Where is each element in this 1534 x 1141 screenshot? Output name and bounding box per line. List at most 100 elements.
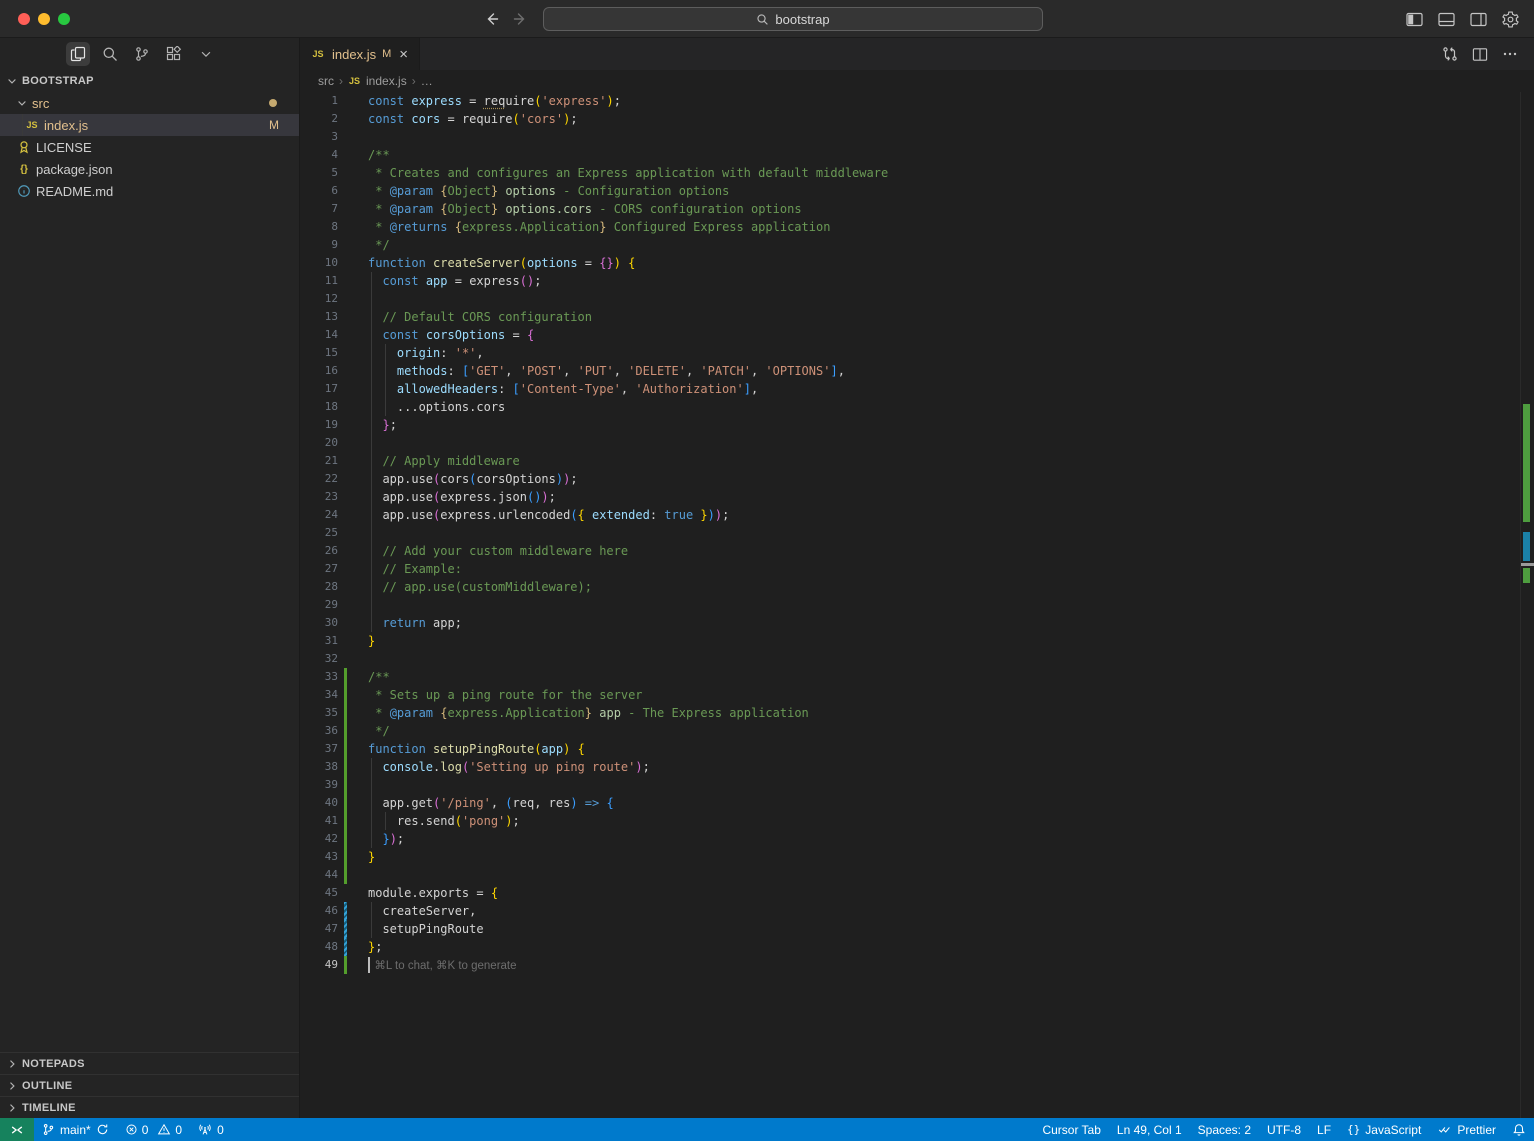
section-outline[interactable]: OUTLINE: [0, 1074, 299, 1096]
code-line-45[interactable]: 45module.exports = {: [300, 884, 1520, 902]
more-actions-icon[interactable]: [1502, 46, 1518, 62]
code-line-37[interactable]: 37function setupPingRoute(app) {: [300, 740, 1520, 758]
close-tab-icon[interactable]: ×: [399, 47, 408, 62]
code-line-16[interactable]: 16 methods: ['GET', 'POST', 'PUT', 'DELE…: [300, 362, 1520, 380]
tab-index-js[interactable]: JS index.js M ×: [300, 38, 420, 70]
toggle-panel-icon[interactable]: [1436, 10, 1456, 28]
toggle-primary-sidebar-icon[interactable]: [1404, 10, 1424, 28]
breadcrumb-item-file[interactable]: index.js: [366, 74, 407, 88]
code-line-17[interactable]: 17 allowedHeaders: ['Content-Type', 'Aut…: [300, 380, 1520, 398]
compare-changes-icon[interactable]: [1442, 46, 1458, 62]
section-notepads[interactable]: NOTEPADS: [0, 1052, 299, 1074]
chevron-right-icon: [6, 1080, 18, 1092]
settings-gear-icon[interactable]: [1500, 10, 1520, 28]
cursor-tab-status[interactable]: Cursor Tab: [1034, 1118, 1108, 1141]
code-editor[interactable]: 1const express = require('express');2con…: [300, 92, 1534, 1118]
code-line-46[interactable]: 46 createServer,: [300, 902, 1520, 920]
code-line-48[interactable]: 48};: [300, 938, 1520, 956]
code-line-31[interactable]: 31}: [300, 632, 1520, 650]
navigate-forward-icon[interactable]: [513, 11, 529, 27]
code-line-3[interactable]: 3: [300, 128, 1520, 146]
code-line-22[interactable]: 22 app.use(cors(corsOptions));: [300, 470, 1520, 488]
error-count: 0: [142, 1123, 149, 1137]
code-line-18[interactable]: 18 ...options.cors: [300, 398, 1520, 416]
code-line-32[interactable]: 32: [300, 650, 1520, 668]
explorer-root-folder[interactable]: BOOTSTRAP: [0, 70, 299, 92]
code-line-19[interactable]: 19 };: [300, 416, 1520, 434]
explorer-icon[interactable]: [66, 42, 90, 66]
indentation-status[interactable]: Spaces: 2: [1190, 1118, 1259, 1141]
code-line-38[interactable]: 38 console.log('Setting up ping route');: [300, 758, 1520, 776]
zoom-window-button[interactable]: [58, 13, 70, 25]
toggle-secondary-sidebar-icon[interactable]: [1468, 10, 1488, 28]
ports-status[interactable]: 0: [190, 1118, 232, 1141]
code-line-35[interactable]: 35 * @param {express.Application} app - …: [300, 704, 1520, 722]
code-line-34[interactable]: 34 * Sets up a ping route for the server: [300, 686, 1520, 704]
command-center-search[interactable]: bootstrap: [543, 7, 1043, 31]
tree-item-license[interactable]: LICENSE: [0, 136, 299, 158]
language-mode-status[interactable]: {} JavaScript: [1339, 1118, 1429, 1141]
git-branch-status[interactable]: main*: [34, 1118, 117, 1141]
tree-item-readme-md[interactable]: README.md: [0, 180, 299, 202]
code-line-36[interactable]: 36 */: [300, 722, 1520, 740]
tree-item-src[interactable]: src: [0, 92, 299, 114]
more-views-chevron-icon[interactable]: [194, 42, 218, 66]
code-line-30[interactable]: 30 return app;: [300, 614, 1520, 632]
code-line-33[interactable]: 33/**: [300, 668, 1520, 686]
breadcrumb-item-symbol[interactable]: …: [421, 74, 433, 88]
close-window-button[interactable]: [18, 13, 30, 25]
code-line-14[interactable]: 14 const corsOptions = {: [300, 326, 1520, 344]
code-line-25[interactable]: 25: [300, 524, 1520, 542]
overview-ruler[interactable]: [1520, 92, 1534, 1118]
problems-status[interactable]: 0 0: [117, 1118, 190, 1141]
code-line-8[interactable]: 8 * @returns {express.Application} Confi…: [300, 218, 1520, 236]
source-control-icon[interactable]: [130, 42, 154, 66]
code-line-4[interactable]: 4/**: [300, 146, 1520, 164]
code-line-29[interactable]: 29: [300, 596, 1520, 614]
tree-item-index-js[interactable]: JSindex.jsM: [0, 114, 299, 136]
cursor-position-status[interactable]: Ln 49, Col 1: [1109, 1118, 1190, 1141]
code-line-27[interactable]: 27 // Example:: [300, 560, 1520, 578]
code-line-47[interactable]: 47 setupPingRoute: [300, 920, 1520, 938]
code-line-23[interactable]: 23 app.use(express.json());: [300, 488, 1520, 506]
gutter: [340, 596, 350, 614]
code-line-39[interactable]: 39: [300, 776, 1520, 794]
code-line-20[interactable]: 20: [300, 434, 1520, 452]
code-line-6[interactable]: 6 * @param {Object} options - Configurat…: [300, 182, 1520, 200]
code-line-11[interactable]: 11 const app = express();: [300, 272, 1520, 290]
code-line-42[interactable]: 42 });: [300, 830, 1520, 848]
code-line-15[interactable]: 15 origin: '*',: [300, 344, 1520, 362]
search-sidebar-icon[interactable]: [98, 42, 122, 66]
split-editor-icon[interactable]: [1472, 47, 1488, 62]
code-line-13[interactable]: 13 // Default CORS configuration: [300, 308, 1520, 326]
code-line-12[interactable]: 12: [300, 290, 1520, 308]
code-line-9[interactable]: 9 */: [300, 236, 1520, 254]
warning-count: 0: [175, 1123, 182, 1137]
code-line-40[interactable]: 40 app.get('/ping', (req, res) => {: [300, 794, 1520, 812]
code-line-24[interactable]: 24 app.use(express.urlencoded({ extended…: [300, 506, 1520, 524]
minimize-window-button[interactable]: [38, 13, 50, 25]
code-line-49[interactable]: 49 ⌘L to chat, ⌘K to generate: [300, 956, 1520, 974]
code-line-2[interactable]: 2const cors = require('cors');: [300, 110, 1520, 128]
code-line-10[interactable]: 10function createServer(options = {}) {: [300, 254, 1520, 272]
remote-indicator[interactable]: [0, 1118, 34, 1141]
code-line-41[interactable]: 41 res.send('pong');: [300, 812, 1520, 830]
encoding-status[interactable]: UTF-8: [1259, 1118, 1309, 1141]
eol-status[interactable]: LF: [1309, 1118, 1339, 1141]
code-line-28[interactable]: 28 // app.use(customMiddleware);: [300, 578, 1520, 596]
breadcrumb-item-src[interactable]: src: [318, 74, 334, 88]
code-line-44[interactable]: 44: [300, 866, 1520, 884]
code-line-26[interactable]: 26 // Add your custom middleware here: [300, 542, 1520, 560]
navigate-back-icon[interactable]: [483, 11, 499, 27]
tree-item-package-json[interactable]: {}package.json: [0, 158, 299, 180]
code-line-7[interactable]: 7 * @param {Object} options.cors - CORS …: [300, 200, 1520, 218]
extensions-icon[interactable]: [162, 42, 186, 66]
section-timeline[interactable]: TIMELINE: [0, 1096, 299, 1118]
code-line-5[interactable]: 5 * Creates and configures an Express ap…: [300, 164, 1520, 182]
code-line-43[interactable]: 43}: [300, 848, 1520, 866]
notifications-bell[interactable]: [1504, 1118, 1534, 1141]
formatter-status[interactable]: Prettier: [1429, 1118, 1504, 1141]
sync-icon[interactable]: [96, 1123, 109, 1136]
code-line-1[interactable]: 1const express = require('express');: [300, 92, 1520, 110]
code-line-21[interactable]: 21 // Apply middleware: [300, 452, 1520, 470]
